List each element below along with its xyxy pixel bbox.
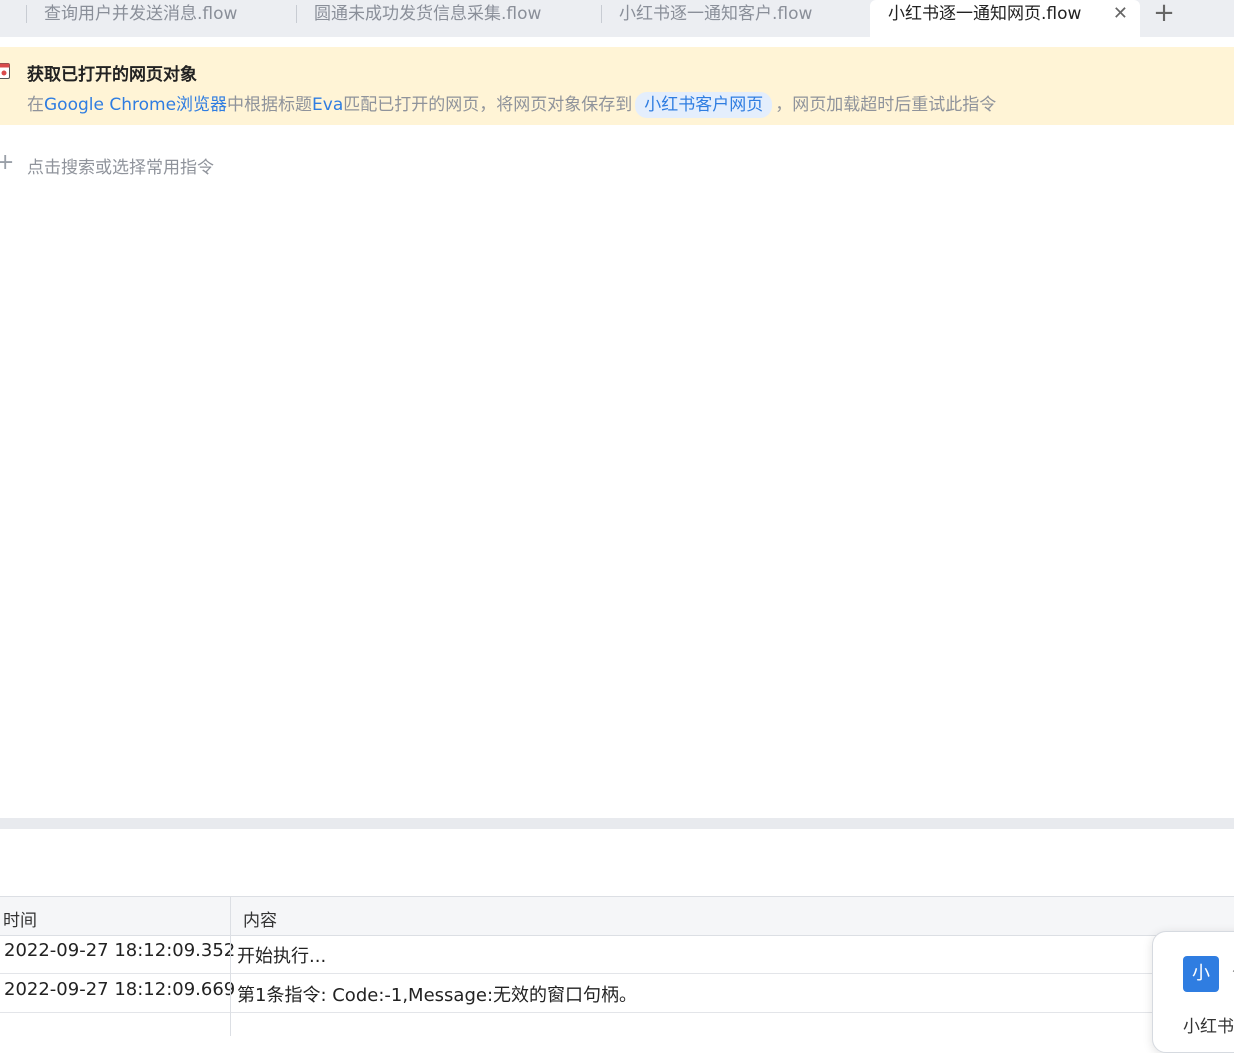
tab-query-user-flow[interactable]: 查询用户并发送消息.flow [26, 0, 296, 37]
header-content: 内容 [243, 911, 277, 931]
table-row: 2022-09-27 18:12:09.352 开始执行... [0, 935, 1234, 974]
log-time: 2022-09-27 18:12:09.352 [4, 940, 236, 961]
tab-xhs-notify-webpage-flow[interactable]: 小红书逐一通知网页.flow ✕ [870, 0, 1140, 37]
tab-separator [601, 5, 602, 23]
log-time: 2022-09-27 18:12:09.669 [4, 979, 236, 1000]
title-match: Eva [312, 95, 344, 115]
tab-bar: 查询用户并发送消息.flow 圆通未成功发货信息采集.flow 小红书逐一通知客… [0, 0, 1234, 37]
variable-chip[interactable]: 小红书客户网页 [635, 92, 773, 118]
action-title: 获取已打开的网页对象 [27, 65, 197, 85]
tab-separator [296, 5, 297, 23]
tab-xhs-notify-customer-flow[interactable]: 小红书逐一通知客户.flow [601, 0, 869, 37]
log-table-header: 时间 内容 [0, 897, 1234, 936]
log-table: 时间 内容 2022-09-27 18:12:09.352 开始执行... 20… [0, 896, 1234, 1036]
popup-title: 小红书 [1183, 1017, 1234, 1037]
log-content: 第1条指令: Code:-1,Message:无效的窗口句柄。 [237, 985, 638, 1006]
tab-label: 小红书逐一通知网页.flow [888, 4, 1082, 24]
desc-text: 匹配已打开的网页，将网页对象保存到 [343, 95, 633, 115]
header-time: 时间 [3, 911, 37, 931]
action-description: 在Google Chrome浏览器中根据标题Eva匹配已打开的网页，将网页对象保… [27, 90, 996, 118]
browser-icon [0, 63, 10, 79]
desc-text: ，网页加载超时后重试此指令 [775, 95, 997, 115]
tab-label: 圆通未成功发货信息采集.flow [314, 4, 542, 24]
tab-label: 小红书逐一通知客户.flow [619, 4, 813, 24]
desc-text: 在 [27, 95, 44, 115]
column-divider [230, 897, 231, 1036]
avatar: 小 [1183, 956, 1219, 992]
tab-separator [26, 5, 27, 23]
panel-splitter[interactable] [0, 818, 1234, 829]
close-icon[interactable]: ✕ [1113, 0, 1128, 28]
browser-name: Google Chrome浏览器 [44, 95, 228, 115]
desc-text: 中根据标题 [227, 95, 313, 115]
add-tab-button[interactable]: + [1150, 0, 1178, 28]
add-command-label: 点击搜索或选择常用指令 [27, 158, 214, 178]
action-card-get-webpage[interactable]: 获取已打开的网页对象 在Google Chrome浏览器中根据标题Eva匹配已打… [0, 47, 1234, 125]
log-content: 开始执行... [237, 946, 327, 967]
table-row: 2022-09-27 18:12:09.669 第1条指令: Code:-1,M… [0, 974, 1234, 1013]
tab-label: 查询用户并发送消息.flow [44, 4, 238, 24]
tab-yto-shipping-flow[interactable]: 圆通未成功发货信息采集.flow [296, 0, 602, 37]
plus-icon: + [0, 150, 15, 175]
